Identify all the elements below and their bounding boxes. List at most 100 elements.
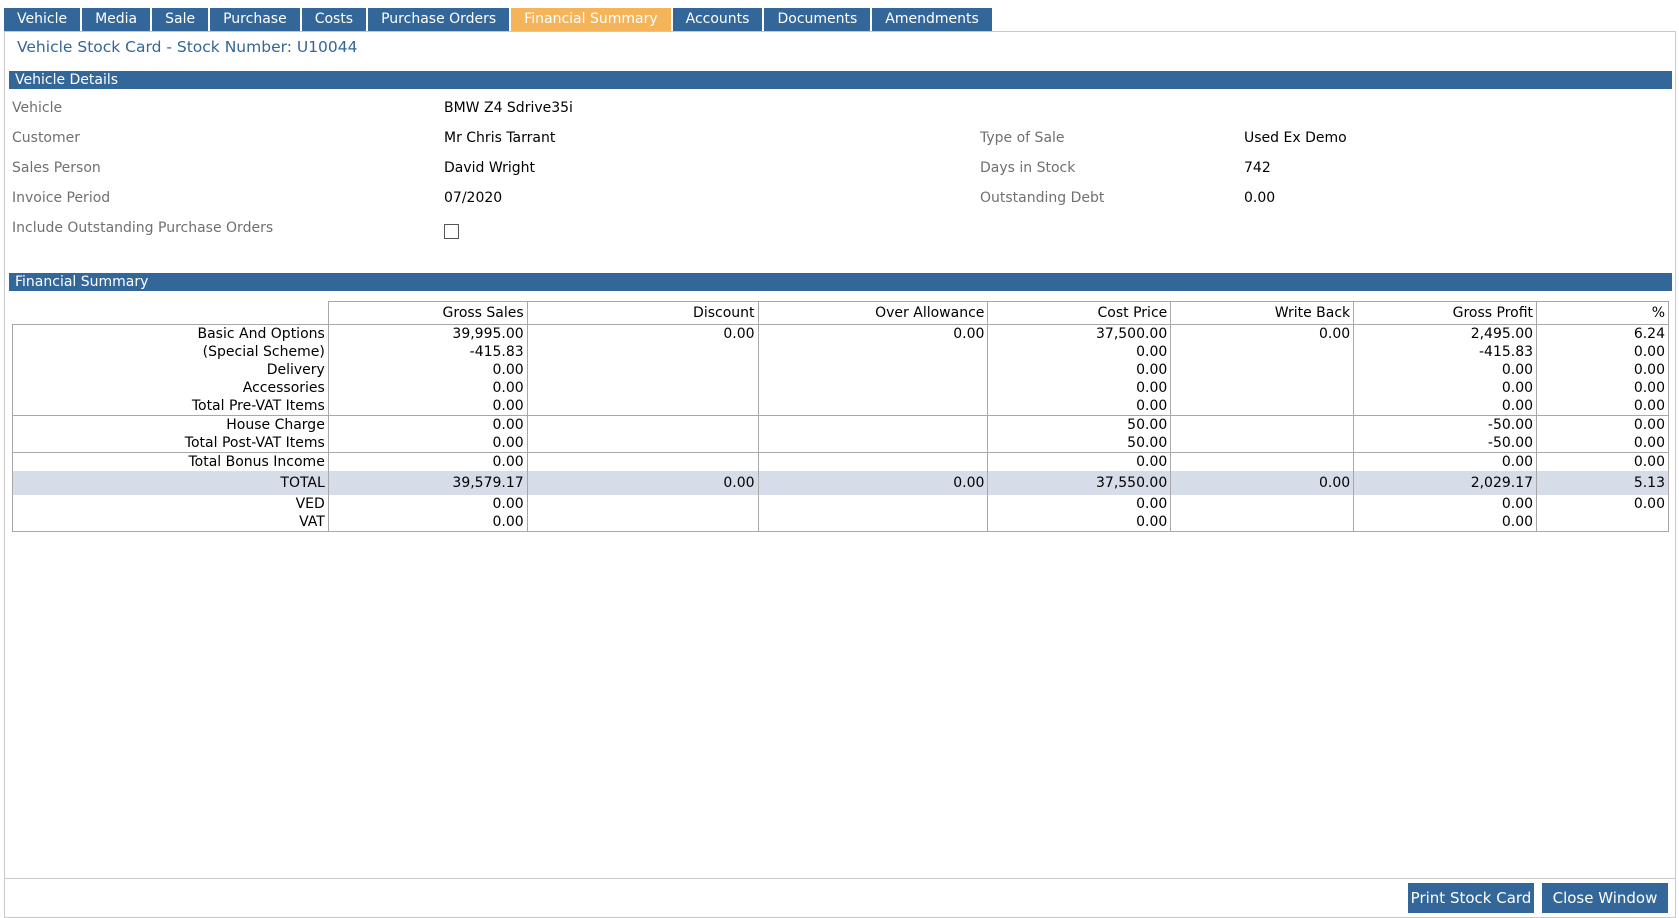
column-header: % bbox=[1536, 301, 1669, 325]
table-cell: 0.00 bbox=[1353, 361, 1537, 379]
close-window-button[interactable]: Close Window bbox=[1542, 883, 1668, 913]
table-cell bbox=[757, 513, 988, 532]
table-cell: 0.00 bbox=[1170, 471, 1354, 495]
row-label: Basic And Options bbox=[12, 324, 329, 343]
table-cell bbox=[1170, 397, 1354, 416]
table-cell: 0.00 bbox=[1353, 495, 1537, 513]
tab-purchase[interactable]: Purchase bbox=[210, 8, 300, 31]
row-label: Total Post-VAT Items bbox=[12, 434, 329, 453]
row-label: TOTAL bbox=[12, 471, 329, 495]
tab-financial-summary[interactable]: Financial Summary bbox=[511, 8, 671, 31]
table-cell: 0.00 bbox=[987, 379, 1171, 397]
row-label: VAT bbox=[12, 513, 329, 532]
invoice-period-value: 07/2020 bbox=[444, 190, 503, 206]
column-header: Over Allowance bbox=[757, 301, 988, 325]
tab-documents[interactable]: Documents bbox=[764, 8, 871, 31]
table-cell: 0.00 bbox=[1353, 379, 1537, 397]
table-row: VAT 0.00 0.00 0.00 bbox=[12, 513, 1669, 532]
table-cell: 0.00 bbox=[327, 495, 528, 513]
table-cell: -415.83 bbox=[327, 343, 528, 361]
include-po-checkbox[interactable] bbox=[444, 224, 459, 239]
table-row: Delivery 0.00 0.00 0.00 0.00 bbox=[12, 361, 1669, 379]
row-label: House Charge bbox=[12, 415, 329, 434]
table-cell: 0.00 bbox=[327, 415, 528, 434]
table-cell: 39,579.17 bbox=[327, 471, 528, 495]
table-cell: 6.24 bbox=[1536, 324, 1669, 343]
tab-costs[interactable]: Costs bbox=[301, 8, 367, 31]
table-cell: 0.00 bbox=[1536, 495, 1669, 513]
table-cell bbox=[1536, 513, 1669, 532]
tab-media[interactable]: Media bbox=[82, 8, 151, 31]
outstanding-debt-label: Outstanding Debt bbox=[980, 190, 1105, 206]
table-cell: 0.00 bbox=[1536, 452, 1669, 471]
tab-amendments[interactable]: Amendments bbox=[872, 8, 992, 31]
table-cell bbox=[757, 361, 988, 379]
table-cell: 2,495.00 bbox=[1353, 324, 1537, 343]
table-cell: 0.00 bbox=[987, 343, 1171, 361]
table-cell: 0.00 bbox=[327, 379, 528, 397]
days-in-stock-label: Days in Stock bbox=[980, 160, 1076, 176]
type-of-sale-label: Type of Sale bbox=[980, 130, 1065, 146]
financial-summary-header: Financial Summary bbox=[9, 273, 1672, 291]
table-cell: 0.00 bbox=[987, 452, 1171, 471]
tab-vehicle[interactable]: Vehicle bbox=[4, 8, 81, 31]
customer-value: Mr Chris Tarrant bbox=[444, 130, 556, 146]
table-cell bbox=[526, 415, 759, 434]
tab-accounts[interactable]: Accounts bbox=[672, 8, 763, 31]
table-cell bbox=[1170, 361, 1354, 379]
table-cell: 0.00 bbox=[1353, 513, 1537, 532]
row-label: Delivery bbox=[12, 361, 329, 379]
vehicle-details-header: Vehicle Details bbox=[9, 71, 1672, 89]
row-label: VED bbox=[12, 495, 329, 513]
table-cell bbox=[757, 415, 988, 434]
table-cell: 0.00 bbox=[1536, 434, 1669, 453]
tab-sale[interactable]: Sale bbox=[152, 8, 209, 31]
table-row: House Charge 0.00 50.00 -50.00 0.00 bbox=[12, 415, 1669, 434]
table-cell: 0.00 bbox=[526, 324, 759, 343]
table-cell bbox=[526, 343, 759, 361]
table-row: Accessories 0.00 0.00 0.00 0.00 bbox=[12, 379, 1669, 397]
table-cell bbox=[526, 361, 759, 379]
table-cell bbox=[526, 379, 759, 397]
table-cell: 0.00 bbox=[327, 397, 528, 416]
vehicle-label: Vehicle bbox=[12, 100, 63, 116]
table-cell bbox=[526, 495, 759, 513]
table-cell: 37,500.00 bbox=[987, 324, 1171, 343]
type-of-sale-value: Used Ex Demo bbox=[1244, 130, 1347, 146]
footer-divider bbox=[4, 878, 1676, 879]
table-cell bbox=[757, 434, 988, 453]
table-cell bbox=[757, 343, 988, 361]
table-cell: 0.00 bbox=[1536, 415, 1669, 434]
table-cell: 0.00 bbox=[1353, 397, 1537, 416]
table-cell: 0.00 bbox=[526, 471, 759, 495]
outstanding-debt-value: 0.00 bbox=[1244, 190, 1276, 206]
table-row: Total Bonus Income 0.00 0.00 0.00 0.00 bbox=[12, 452, 1669, 471]
row-label: Accessories bbox=[12, 379, 329, 397]
table-header-row: Gross Sales Discount Over Allowance Cost… bbox=[13, 301, 1669, 325]
table-row: Total Post-VAT Items 0.00 50.00 -50.00 0… bbox=[12, 434, 1669, 453]
print-stock-card-button[interactable]: Print Stock Card bbox=[1408, 883, 1534, 913]
invoice-period-label: Invoice Period bbox=[12, 190, 111, 206]
row-label: Total Pre-VAT Items bbox=[12, 397, 329, 416]
table-cell: 0.00 bbox=[987, 495, 1171, 513]
table-cell: 0.00 bbox=[1536, 379, 1669, 397]
table-cell: 0.00 bbox=[1536, 343, 1669, 361]
table-cell bbox=[526, 513, 759, 532]
column-header: Discount bbox=[526, 301, 759, 325]
column-header: Gross Profit bbox=[1353, 301, 1537, 325]
table-cell bbox=[757, 397, 988, 416]
table-row: (Special Scheme) -415.83 0.00 -415.83 0.… bbox=[12, 343, 1669, 361]
table-cell: 0.00 bbox=[987, 513, 1171, 532]
tab-purchase-orders[interactable]: Purchase Orders bbox=[368, 8, 510, 31]
table-cell bbox=[1170, 513, 1354, 532]
total-row: TOTAL 39,579.17 0.00 0.00 37,550.00 0.00… bbox=[12, 471, 1669, 495]
table-cell: 0.00 bbox=[757, 324, 988, 343]
table-cell: 0.00 bbox=[327, 452, 528, 471]
table-cell bbox=[526, 434, 759, 453]
table-cell: -415.83 bbox=[1353, 343, 1537, 361]
tab-bar: Vehicle Media Sale Purchase Costs Purcha… bbox=[4, 8, 992, 31]
table-cell: 0.00 bbox=[757, 471, 988, 495]
table-cell: 0.00 bbox=[1536, 397, 1669, 416]
table-cell: 0.00 bbox=[327, 513, 528, 532]
table-cell: 2,029.17 bbox=[1353, 471, 1537, 495]
